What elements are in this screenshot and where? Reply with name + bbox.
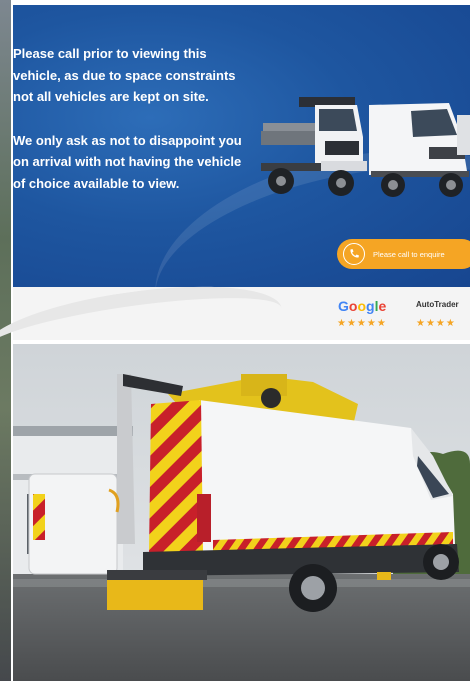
cta-label: Please call to enquire: [373, 249, 445, 259]
banner-paragraph-1: Please call prior to viewing this vehicl…: [13, 46, 236, 104]
google-rating-stars: ★★★★★: [337, 318, 387, 329]
reviews-bar: Google ★★★★★ AutoTrader ★★★★: [0, 271, 470, 387]
trucks-illustration: [261, 97, 470, 197]
call-to-enquire-button[interactable]: Please call to enquire: [337, 239, 470, 269]
vehicle-photo-image: [13, 344, 470, 681]
phone-icon: [343, 243, 365, 265]
google-logo: Google: [338, 298, 387, 314]
autotrader-label: AutoTrader: [416, 300, 459, 309]
autotrader-logo: AutoTrader: [416, 300, 459, 309]
vehicle-photo[interactable]: [13, 344, 470, 681]
autotrader-rating-stars: ★★★★: [416, 318, 456, 329]
banner-paragraph-2: We only ask as not to disappoint you on …: [13, 132, 242, 191]
banner-text: Please call prior to viewing this vehicl…: [13, 43, 253, 216]
promo-banner: Please call prior to viewing this vehicl…: [13, 5, 470, 287]
